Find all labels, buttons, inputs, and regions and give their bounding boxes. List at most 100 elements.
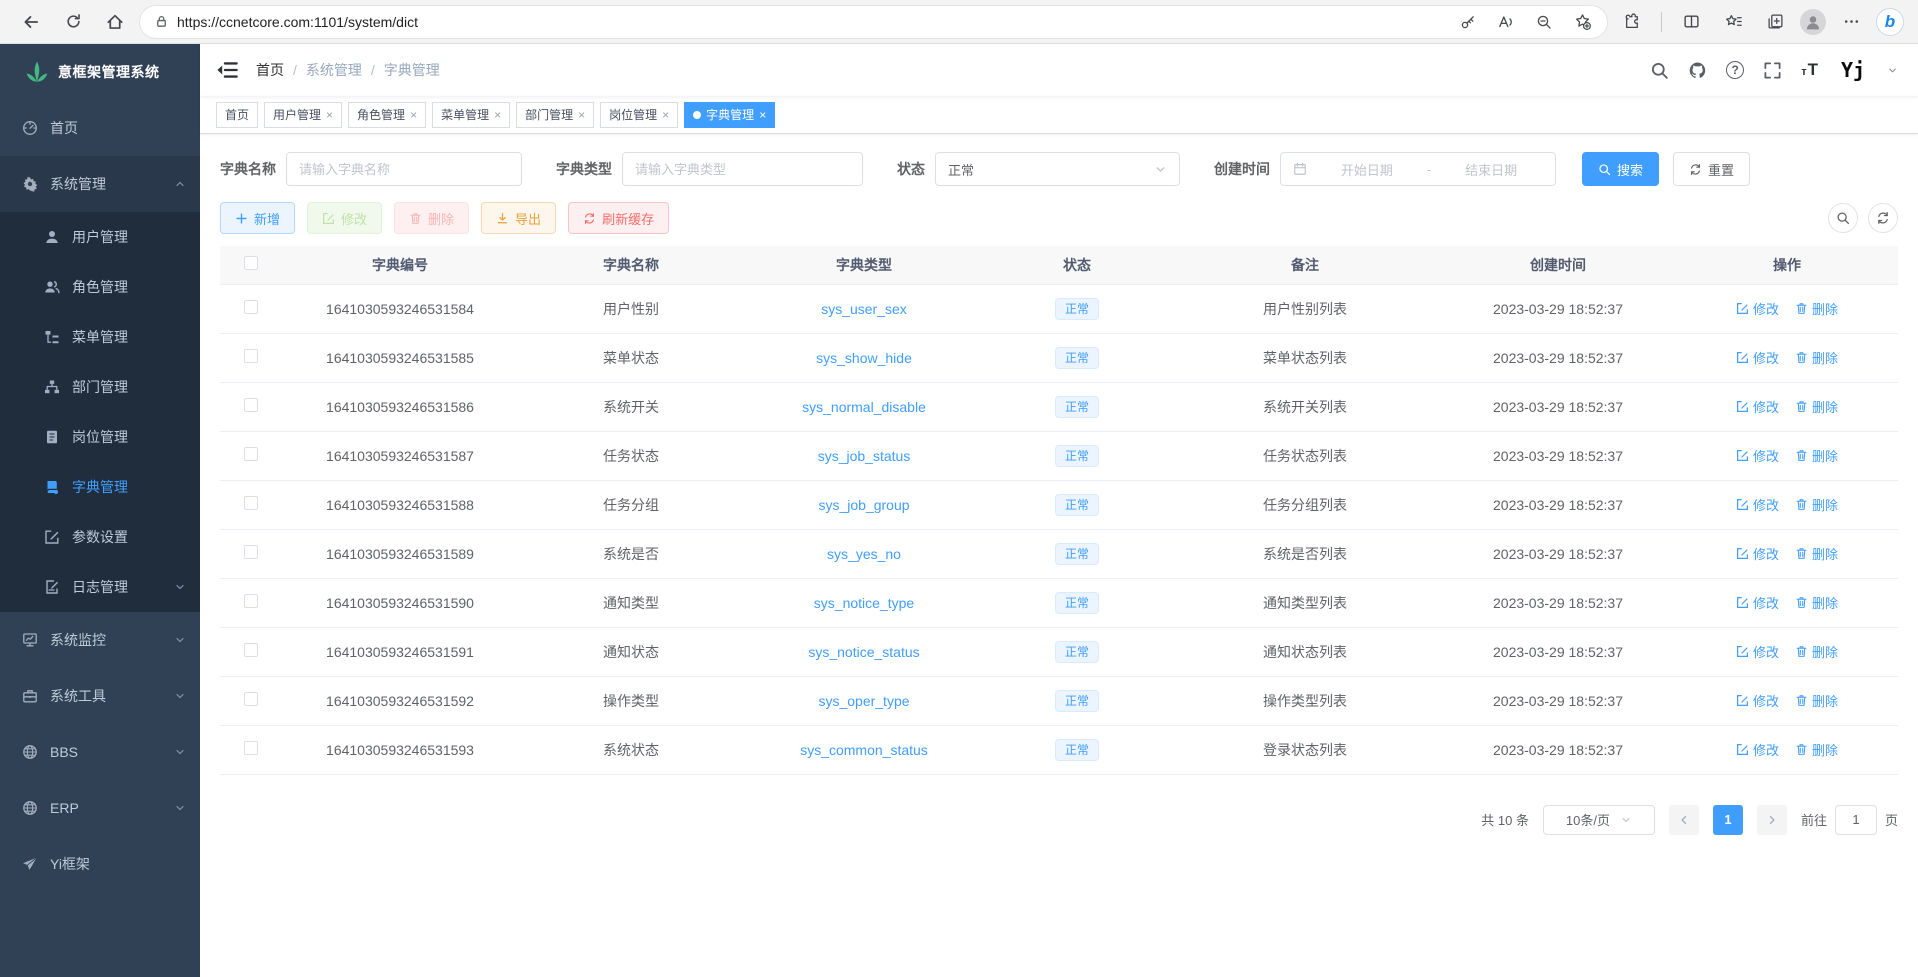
row-edit-button[interactable]: 修改 [1736, 544, 1779, 563]
search-button[interactable]: 搜索 [1582, 152, 1659, 186]
row-edit-button[interactable]: 修改 [1736, 740, 1779, 759]
select-all-checkbox[interactable] [244, 256, 258, 270]
row-edit-button[interactable]: 修改 [1736, 348, 1779, 367]
sidebar-item-erp[interactable]: ERP [0, 780, 200, 836]
sidebar-item-menu-management[interactable]: 菜单管理 [0, 312, 200, 362]
row-checkbox[interactable] [244, 594, 258, 608]
split-screen-icon[interactable] [1674, 5, 1708, 39]
dict-type-link[interactable]: sys_user_sex [821, 301, 907, 317]
user-avatar[interactable]: Yj [1838, 55, 1868, 85]
tab-user-management[interactable]: 用户管理× [264, 102, 342, 128]
browser-home-button[interactable] [98, 5, 132, 39]
close-icon[interactable]: × [410, 108, 417, 122]
browser-reload-button[interactable] [56, 5, 90, 39]
row-checkbox[interactable] [244, 643, 258, 657]
row-edit-button[interactable]: 修改 [1736, 593, 1779, 612]
font-size-icon[interactable]: тT [1801, 60, 1819, 80]
dict-type-link[interactable]: sys_normal_disable [802, 399, 926, 415]
extensions-icon[interactable] [1615, 5, 1649, 39]
sidebar-item-dict-management[interactable]: 字典管理 [0, 462, 200, 512]
next-page-button[interactable] [1757, 805, 1787, 835]
row-checkbox[interactable] [244, 447, 258, 461]
search-icon[interactable] [1650, 61, 1669, 80]
close-icon[interactable]: × [326, 108, 333, 122]
row-delete-button[interactable]: 删除 [1795, 348, 1838, 367]
table-row[interactable]: 1641030593246531584 用户性别 sys_user_sex 正常… [220, 284, 1898, 333]
edit-button[interactable]: 修改 [307, 202, 382, 234]
browser-menu-icon[interactable] [1834, 5, 1868, 39]
date-range-picker[interactable]: 开始日期 - 结束日期 [1280, 152, 1556, 186]
dict-type-link[interactable]: sys_notice_status [808, 644, 919, 660]
tab-dept-management[interactable]: 部门管理× [516, 102, 594, 128]
sidebar-item-post-management[interactable]: 岗位管理 [0, 412, 200, 462]
dict-type-link[interactable]: sys_job_group [818, 497, 909, 513]
page-size-select[interactable]: 10条/页 [1543, 805, 1655, 835]
row-edit-button[interactable]: 修改 [1736, 446, 1779, 465]
browser-profile-avatar[interactable] [1800, 9, 1826, 35]
close-icon[interactable]: × [759, 108, 766, 122]
refresh-cache-button[interactable]: 刷新缓存 [568, 202, 669, 234]
close-icon[interactable]: × [494, 108, 501, 122]
export-button[interactable]: 导出 [481, 202, 556, 234]
row-checkbox[interactable] [244, 741, 258, 755]
tab-role-management[interactable]: 角色管理× [348, 102, 426, 128]
row-delete-button[interactable]: 删除 [1795, 740, 1838, 759]
table-row[interactable]: 1641030593246531586 系统开关 sys_normal_disa… [220, 382, 1898, 431]
row-delete-button[interactable]: 删除 [1795, 691, 1838, 710]
row-checkbox[interactable] [244, 349, 258, 363]
row-edit-button[interactable]: 修改 [1736, 397, 1779, 416]
table-row[interactable]: 1641030593246531590 通知类型 sys_notice_type… [220, 578, 1898, 627]
github-icon[interactable] [1688, 61, 1707, 80]
sidebar-item-log-management[interactable]: 日志管理 [0, 562, 200, 612]
row-delete-button[interactable]: 删除 [1795, 593, 1838, 612]
dict-type-link[interactable]: sys_show_hide [816, 350, 912, 366]
close-icon[interactable]: × [662, 108, 669, 122]
collections-icon[interactable] [1716, 5, 1750, 39]
table-row[interactable]: 1641030593246531589 系统是否 sys_yes_no 正常 系… [220, 529, 1898, 578]
row-checkbox[interactable] [244, 398, 258, 412]
row-edit-button[interactable]: 修改 [1736, 495, 1779, 514]
row-checkbox[interactable] [244, 545, 258, 559]
sidebar-item-yi-framework[interactable]: Yi框架 [0, 836, 200, 892]
tab-dict-management[interactable]: 字典管理× [684, 102, 775, 128]
row-delete-button[interactable]: 删除 [1795, 299, 1838, 318]
table-row[interactable]: 1641030593246531588 任务分组 sys_job_group 正… [220, 480, 1898, 529]
favorite-star-icon[interactable] [1567, 7, 1597, 37]
table-row[interactable]: 1641030593246531587 任务状态 sys_job_status … [220, 431, 1898, 480]
close-icon[interactable]: × [578, 108, 585, 122]
password-key-icon[interactable] [1453, 7, 1483, 37]
sidebar-fold-icon[interactable] [216, 59, 238, 81]
tab-post-management[interactable]: 岗位管理× [600, 102, 678, 128]
row-checkbox[interactable] [244, 496, 258, 510]
sidebar-item-role-management[interactable]: 角色管理 [0, 262, 200, 312]
browser-back-button[interactable] [14, 5, 48, 39]
tab-home[interactable]: 首页 [216, 102, 258, 128]
dict-type-input[interactable] [635, 162, 850, 177]
row-delete-button[interactable]: 删除 [1795, 544, 1838, 563]
dict-type-link[interactable]: sys_oper_type [818, 693, 909, 709]
row-checkbox[interactable] [244, 300, 258, 314]
row-delete-button[interactable]: 删除 [1795, 397, 1838, 416]
sidebar-item-dept-management[interactable]: 部门管理 [0, 362, 200, 412]
table-row[interactable]: 1641030593246531585 菜单状态 sys_show_hide 正… [220, 333, 1898, 382]
status-select[interactable]: 正常 [935, 152, 1180, 186]
zoom-out-icon[interactable] [1529, 7, 1559, 37]
row-edit-button[interactable]: 修改 [1736, 299, 1779, 318]
address-bar[interactable] [140, 6, 1607, 38]
toggle-search-button[interactable] [1828, 203, 1858, 233]
row-edit-button[interactable]: 修改 [1736, 691, 1779, 710]
breadcrumb-home[interactable]: 首页 [256, 60, 284, 80]
sidebar-item-home[interactable]: 首页 [0, 100, 200, 156]
row-delete-button[interactable]: 删除 [1795, 446, 1838, 465]
sidebar-item-user-management[interactable]: 用户管理 [0, 212, 200, 262]
row-delete-button[interactable]: 删除 [1795, 642, 1838, 661]
sidebar-item-system-tools[interactable]: 系统工具 [0, 668, 200, 724]
bing-chat-icon[interactable]: b [1876, 8, 1904, 36]
dict-type-link[interactable]: sys_job_status [818, 448, 911, 464]
tab-groups-icon[interactable] [1758, 5, 1792, 39]
prev-page-button[interactable] [1669, 805, 1699, 835]
dict-type-link[interactable]: sys_common_status [800, 742, 928, 758]
table-row[interactable]: 1641030593246531591 通知状态 sys_notice_stat… [220, 627, 1898, 676]
dict-type-link[interactable]: sys_notice_type [814, 595, 914, 611]
reset-button[interactable]: 重置 [1673, 152, 1750, 186]
